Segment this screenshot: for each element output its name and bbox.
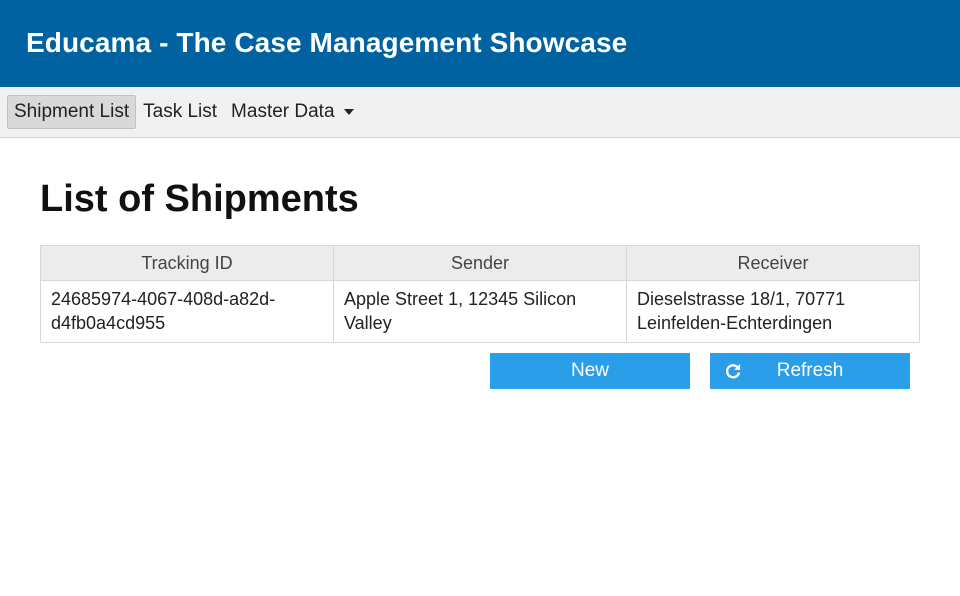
menu-item-shipment-list[interactable]: Shipment List <box>7 95 137 129</box>
menubar: Shipment List Task List Master Data <box>0 87 960 138</box>
menu-item-task-list[interactable]: Task List <box>136 95 224 129</box>
new-button-label: New <box>570 360 609 381</box>
cell-tracking-id[interactable]: 24685974-4067-408d-a82d-d4fb0a4cd955 <box>40 280 334 343</box>
cell-receiver[interactable]: Dieselstrasse 18/1, 70771 Leinfelden-Ech… <box>626 280 920 343</box>
page-title: List of Shipments <box>40 178 359 220</box>
cell-sender[interactable]: Apple Street 1, 12345 Silicon Valley <box>333 280 627 343</box>
refresh-button-label: Refresh <box>776 360 844 381</box>
menu-item-label: Task List <box>143 101 218 122</box>
table-header-row: Tracking ID Sender Receiver <box>40 245 920 281</box>
shipment-table: Tracking ID Sender Receiver 24685974-406… <box>40 245 920 343</box>
column-header-receiver[interactable]: Receiver <box>626 245 920 281</box>
menu-item-label: Shipment List <box>14 101 130 122</box>
caret-down-icon <box>343 109 354 115</box>
column-header-sender[interactable]: Sender <box>333 245 627 281</box>
table-row[interactable]: 24685974-4067-408d-a82d-d4fb0a4cd955 App… <box>40 280 920 343</box>
main-content: List of Shipments Tracking ID Sender Rec… <box>0 178 960 389</box>
refresh-icon <box>725 363 741 379</box>
table-actions: New Refresh <box>40 353 910 389</box>
menu-item-label: Master Data <box>231 101 335 122</box>
app-title: Educama - The Case Management Showcase <box>26 26 628 58</box>
app-header: Educama - The Case Management Showcase <box>0 0 960 87</box>
refresh-button[interactable]: Refresh <box>710 353 910 389</box>
new-button[interactable]: New <box>490 353 690 389</box>
menu-item-master-data[interactable]: Master Data <box>224 95 360 129</box>
column-header-tracking-id[interactable]: Tracking ID <box>40 245 334 281</box>
